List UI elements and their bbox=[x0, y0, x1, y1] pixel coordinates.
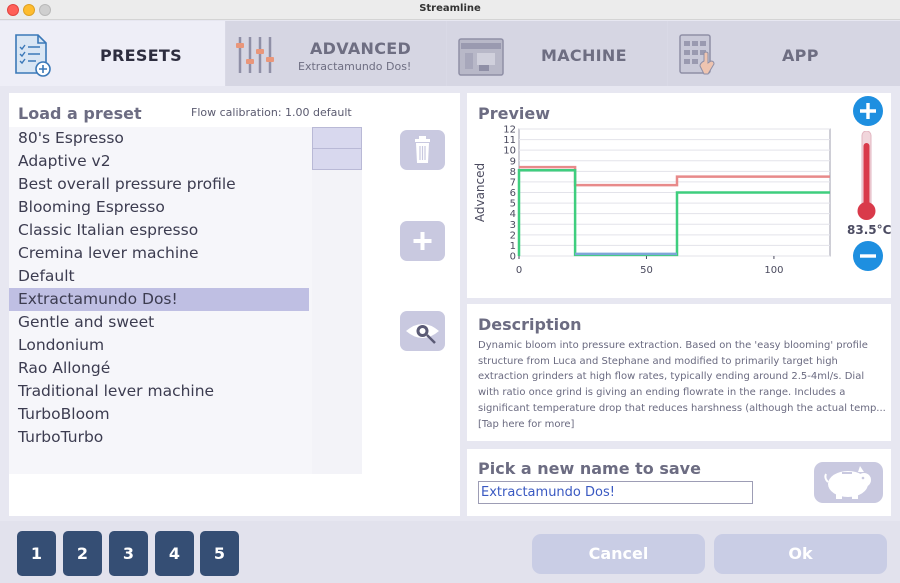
tab-advanced[interactable]: ADVANCED Extractamundo Dos! bbox=[226, 21, 446, 86]
list-item[interactable]: 80's Espresso bbox=[9, 127, 309, 150]
scrollbar-thumb-up[interactable] bbox=[312, 127, 362, 149]
x-tick-label: 50 bbox=[640, 265, 653, 276]
tab-bar: PRESETS ADVANCED Extractamundo Dos! MACH… bbox=[0, 21, 900, 86]
list-item[interactable]: TurboBloom bbox=[9, 403, 309, 426]
list-item[interactable]: Best overall pressure profile bbox=[9, 173, 309, 196]
y-tick-label: 0 bbox=[510, 252, 516, 263]
temperature-readout: 83.5°C bbox=[847, 223, 892, 237]
description-text[interactable]: Dynamic bloom into pressure extraction. … bbox=[478, 338, 888, 432]
flow-calibration: Flow calibration: 1.00 default bbox=[191, 106, 352, 119]
y-tick-label: 10 bbox=[503, 146, 516, 157]
presets-title: Load a preset bbox=[18, 104, 142, 123]
y-axis-label: Advanced bbox=[473, 163, 487, 222]
ok-button[interactable]: Ok bbox=[714, 534, 887, 574]
preset-slot-5-button[interactable]: 5 bbox=[200, 531, 239, 576]
y-tick-label: 5 bbox=[510, 199, 516, 210]
tab-advanced-label: ADVANCED bbox=[310, 39, 412, 58]
flow-calibration-mode: default bbox=[313, 106, 352, 119]
y-tick-label: 8 bbox=[510, 167, 516, 178]
list-item[interactable]: Classic Italian espresso bbox=[9, 219, 309, 242]
presets-panel: Load a preset Flow calibration: 1.00 def… bbox=[9, 93, 460, 516]
save-title: Pick a new name to save bbox=[478, 459, 701, 478]
tab-advanced-sublabel: Extractamundo Dos! bbox=[298, 60, 412, 73]
y-tick-label: 12 bbox=[503, 125, 516, 136]
save-preset-button[interactable] bbox=[814, 462, 883, 503]
list-item[interactable]: Londonium bbox=[9, 334, 309, 357]
x-tick-label: 0 bbox=[516, 265, 522, 276]
preset-name-input[interactable] bbox=[478, 481, 753, 504]
delete-preset-button[interactable] bbox=[400, 130, 445, 170]
tab-presets-label: PRESETS bbox=[100, 46, 182, 65]
tab-app-label: APP bbox=[782, 46, 819, 65]
window-title: Streamline bbox=[419, 3, 481, 14]
preset-slot-4-button[interactable]: 4 bbox=[155, 531, 194, 576]
list-item-selected[interactable]: Extractamundo Dos! bbox=[9, 288, 309, 311]
cancel-button[interactable]: Cancel bbox=[532, 534, 705, 574]
tab-machine[interactable]: MACHINE bbox=[447, 21, 667, 86]
app-settings-touch-icon bbox=[679, 34, 715, 75]
preset-slot-1-button[interactable]: 1 bbox=[17, 531, 56, 576]
y-tick-label: 3 bbox=[510, 220, 516, 231]
trash-icon bbox=[415, 136, 430, 163]
y-tick-label: 7 bbox=[510, 177, 516, 188]
y-tick-label: 11 bbox=[503, 135, 516, 146]
add-preset-button[interactable] bbox=[400, 221, 445, 261]
thermometer-icon bbox=[857, 131, 876, 220]
list-item[interactable]: Blooming Espresso bbox=[9, 196, 309, 219]
y-tick-label: 9 bbox=[510, 156, 516, 167]
presets-list-icon bbox=[15, 34, 51, 77]
espresso-machine-icon bbox=[458, 38, 504, 76]
bottom-bar: 1 2 3 4 5 Cancel Ok bbox=[0, 521, 900, 583]
temperature-increase-button[interactable] bbox=[852, 95, 884, 127]
plus-icon bbox=[413, 232, 432, 250]
list-item[interactable]: TurboTurbo bbox=[9, 426, 309, 449]
tab-machine-label: MACHINE bbox=[541, 46, 627, 65]
title-bar: Streamline bbox=[0, 0, 900, 20]
list-item[interactable]: Traditional lever machine bbox=[9, 380, 309, 403]
profile-chart: 01234567891011120 50 100Advanced bbox=[473, 125, 831, 276]
list-item[interactable]: Gentle and sweet bbox=[9, 311, 309, 334]
eye-icon bbox=[406, 324, 439, 344]
x-tick-label: 100 bbox=[764, 265, 783, 276]
scrollbar-thumb-down[interactable] bbox=[312, 148, 362, 170]
preset-slot-2-button[interactable]: 2 bbox=[63, 531, 102, 576]
list-item[interactable]: Adaptive v2 bbox=[9, 150, 309, 173]
y-tick-label: 4 bbox=[510, 209, 516, 220]
preview-panel: Preview 0 1 2 3 4 5 6 7 8 9 10 11 12 0 50 100 Advanced 8… bbox=[467, 93, 891, 298]
piggy-bank-icon bbox=[824, 466, 871, 499]
y-tick-label: 2 bbox=[510, 230, 516, 241]
list-scrollbar[interactable] bbox=[312, 127, 362, 474]
flow-calibration-value: Flow calibration: 1.00 bbox=[191, 106, 310, 119]
view-preset-button[interactable] bbox=[400, 311, 445, 351]
tab-presets[interactable]: PRESETS bbox=[0, 21, 225, 86]
preset-list[interactable]: 80's Espresso Adaptive v2 Best overall p… bbox=[9, 127, 362, 474]
y-tick-label: 6 bbox=[510, 188, 516, 199]
temperature-decrease-button[interactable] bbox=[852, 240, 884, 272]
sliders-icon bbox=[236, 37, 274, 73]
save-panel: Pick a new name to save bbox=[467, 449, 891, 516]
preset-slot-3-button[interactable]: 3 bbox=[109, 531, 148, 576]
list-item[interactable]: Cremina lever machine bbox=[9, 242, 309, 265]
y-tick-label: 1 bbox=[510, 241, 516, 252]
description-panel[interactable]: Description Dynamic bloom into pressure … bbox=[467, 304, 891, 441]
list-item[interactable]: Default bbox=[9, 265, 309, 288]
list-item[interactable]: Rao Allongé bbox=[9, 357, 309, 380]
description-title: Description bbox=[478, 315, 582, 334]
tab-app[interactable]: APP bbox=[668, 21, 900, 86]
